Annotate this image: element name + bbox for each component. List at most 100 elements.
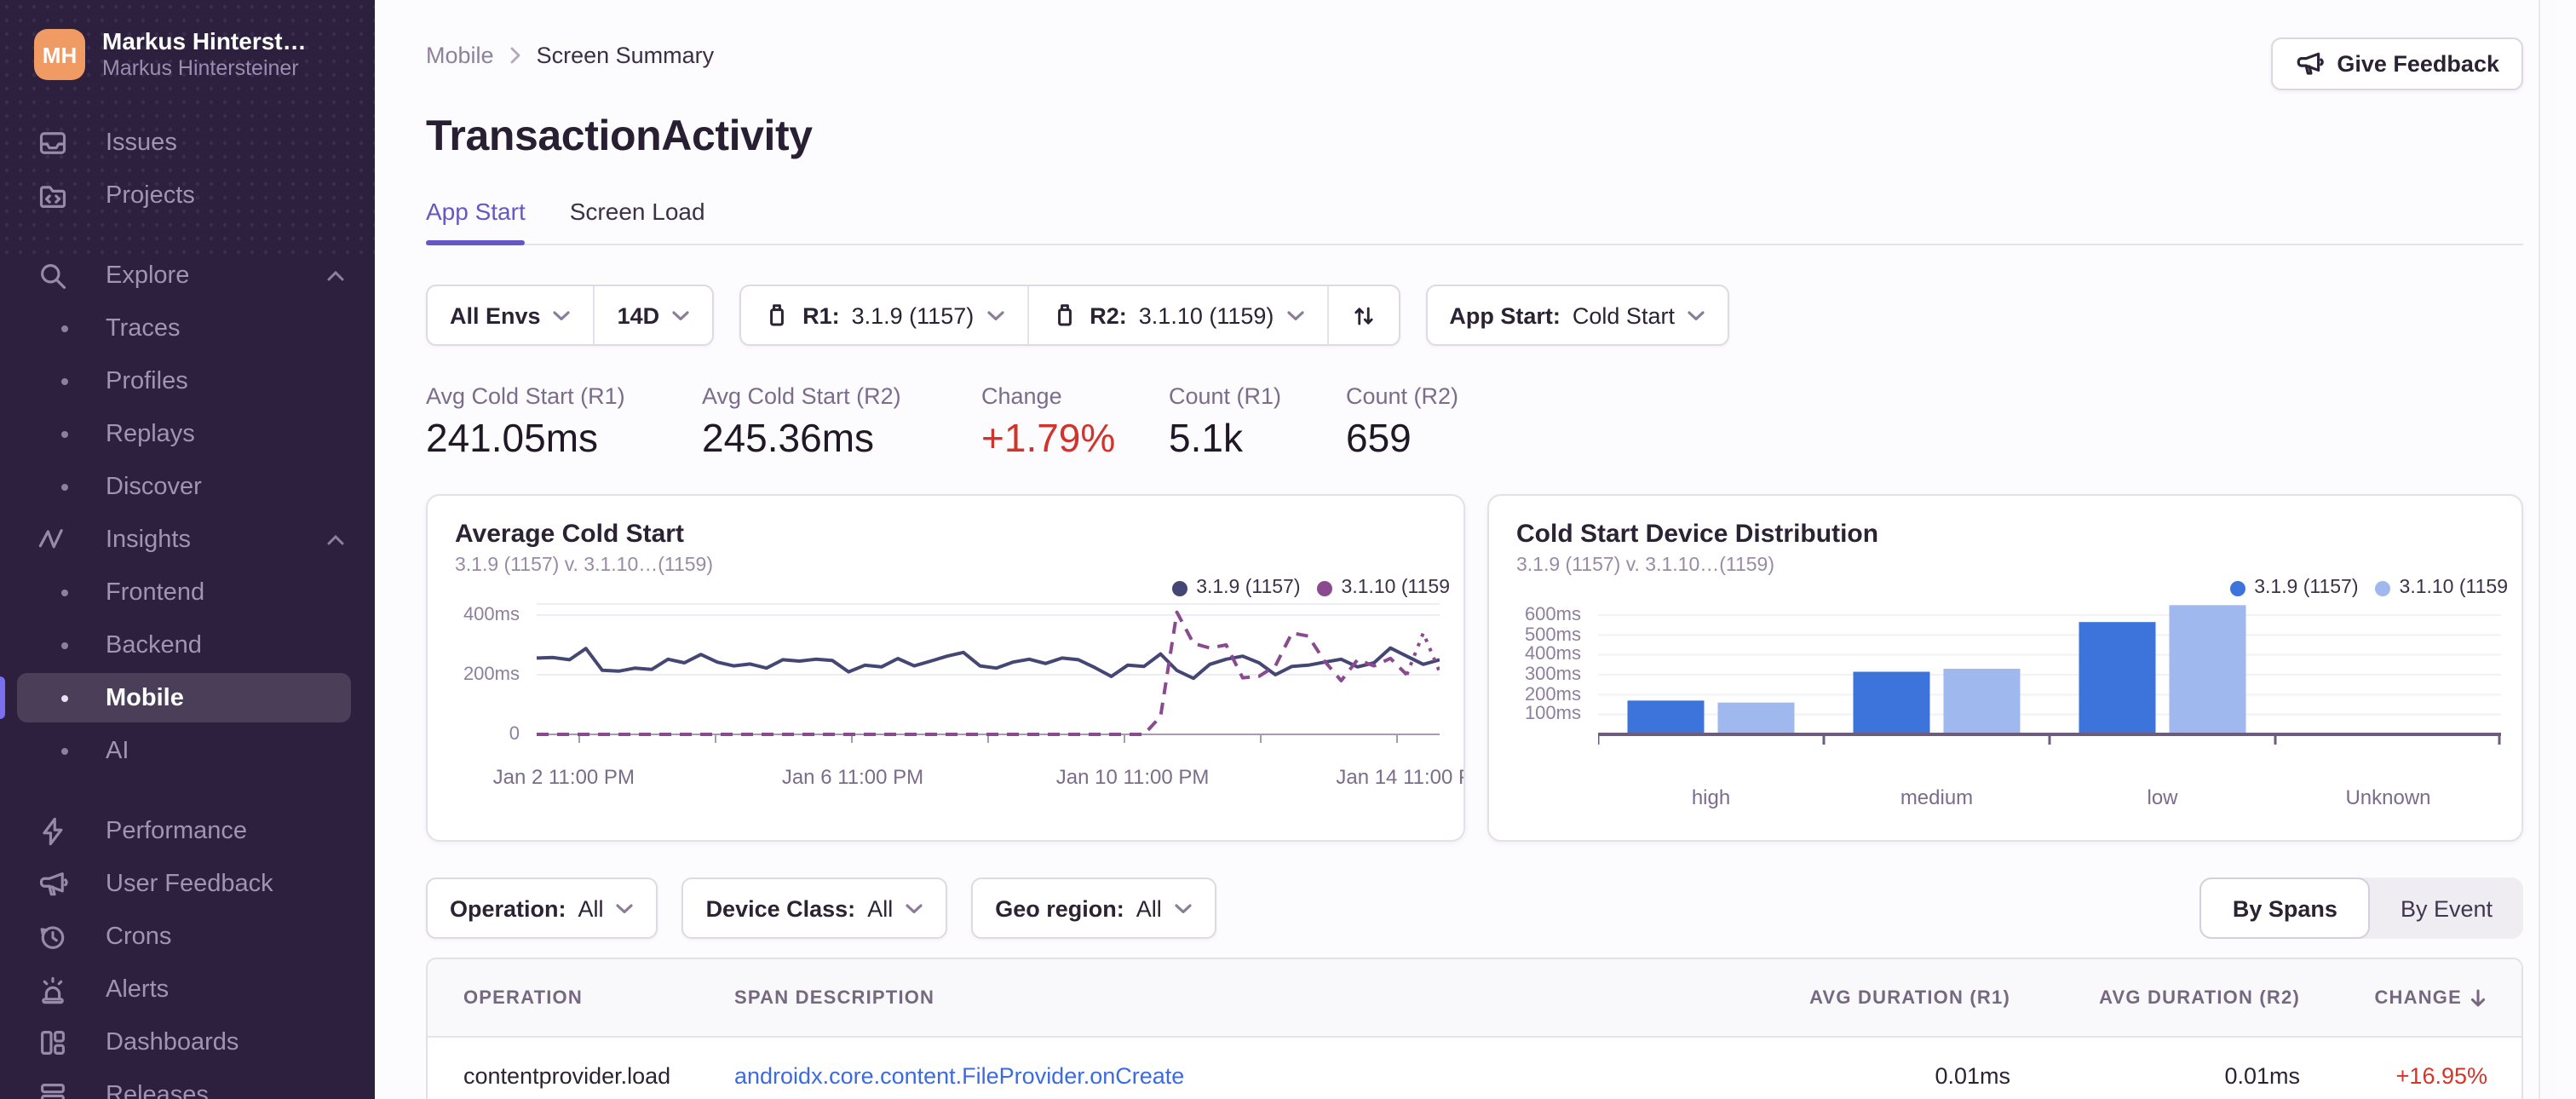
date-range-filter[interactable]: 14D	[595, 286, 713, 344]
give-feedback-button[interactable]: Give Feedback	[2270, 37, 2523, 90]
sidebar-item-label: Issues	[106, 129, 177, 156]
legend-item-r2[interactable]: 3.1.10 (1159	[1317, 578, 1450, 598]
sidebar-item-projects[interactable]: Projects	[0, 169, 375, 222]
user-name: Markus Hinterst…	[102, 27, 307, 55]
spans-table: OPERATION SPAN DESCRIPTION AVG DURATION …	[426, 958, 2523, 1099]
release-icon	[1050, 302, 1078, 329]
chevron-up-icon[interactable]	[327, 270, 344, 280]
sidebar-item-label: Frontend	[106, 578, 205, 606]
sidebar-item-label: Performance	[106, 817, 248, 844]
sidebar-item-performance[interactable]: Performance	[0, 804, 375, 857]
tab-app-start[interactable]: App Start	[426, 198, 526, 245]
geo-region-filter[interactable]: Geo region: All	[973, 879, 1215, 937]
stat-count-r2: Count (R2) 659	[1346, 383, 1459, 460]
search-icon	[37, 260, 68, 291]
sidebar-item-label: Traces	[106, 314, 181, 342]
siren-icon	[37, 974, 68, 1004]
sidebar-item-frontend[interactable]: Frontend	[0, 566, 375, 619]
bullet-icon	[61, 694, 68, 701]
cell-avg-duration-r2: 0.01ms	[2224, 1063, 2300, 1089]
legend-item-r2[interactable]: 3.1.10 (1159	[2375, 578, 2508, 598]
sidebar-item-mobile[interactable]: Mobile	[0, 671, 375, 724]
sidebar-item-ai[interactable]: AI	[0, 724, 375, 777]
chevron-down-icon	[986, 309, 1004, 321]
column-header-operation[interactable]: OPERATION	[428, 987, 734, 1008]
org-user-switcher[interactable]: MH Markus Hinterst… Markus Hintersteiner	[0, 0, 375, 102]
sidebar-item-label: Replays	[106, 420, 195, 447]
column-header-avg-duration-r2[interactable]: AVG DURATION (R2)	[2010, 987, 2300, 1008]
bullet-icon	[61, 747, 68, 754]
sidebar-item-backend[interactable]: Backend	[0, 619, 375, 671]
dashboard-icon	[37, 1027, 68, 1057]
filter-bar: All Envs 14D R1: 3.1.9 (1157) R2: 3.1.10…	[426, 285, 2523, 346]
chevron-down-icon	[553, 309, 572, 321]
cell-avg-duration-r1: 0.01ms	[1935, 1063, 2010, 1089]
sidebar-item-label: Alerts	[106, 975, 170, 1003]
environment-filter[interactable]: All Envs	[428, 286, 594, 344]
sidebar-item-label: Mobile	[106, 684, 184, 711]
give-feedback-label: Give Feedback	[2337, 51, 2499, 77]
operation-filter[interactable]: Operation: All	[428, 879, 657, 937]
column-header-span-description[interactable]: SPAN DESCRIPTION	[734, 987, 1721, 1008]
device-chart-ylabels: 100ms 200ms 300ms 400ms 500ms 600ms	[1524, 605, 1581, 725]
pulse-icon	[37, 524, 68, 555]
sidebar-item-traces[interactable]: Traces	[0, 302, 375, 354]
scrollbar-track[interactable]	[2539, 0, 2557, 1099]
swap-releases-button[interactable]	[1328, 286, 1398, 344]
sidebar-item-user-feedback[interactable]: User Feedback	[0, 857, 375, 910]
bullet-icon	[61, 642, 68, 648]
table-row[interactable]: contentprovider.load androidx.core.conte…	[428, 1038, 2521, 1099]
stat-count-r1: Count (R1) 5.1k	[1169, 383, 1282, 460]
legend-item-r1[interactable]: 3.1.9 (1157)	[2230, 578, 2359, 598]
bullet-icon	[61, 325, 68, 331]
chart-title: Cold Start Device Distribution	[1516, 520, 1879, 549]
sidebar-item-releases[interactable]: Releases	[0, 1068, 375, 1099]
cell-span-description-link[interactable]: androidx.core.content.FileProvider.onCre…	[734, 1063, 1721, 1089]
view-toggle: By Spans By Event	[2199, 877, 2523, 939]
sidebar-item-label: Dashboards	[106, 1028, 239, 1056]
legend-dot	[1172, 580, 1188, 596]
chart-subtitle: 3.1.9 (1157) v. 3.1.10…(1159)	[1516, 555, 1775, 576]
bullet-icon	[61, 589, 68, 596]
cell-change: +16.95%	[2395, 1063, 2487, 1089]
bullet-icon	[61, 483, 68, 490]
chart-legend: 3.1.9 (1157) 3.1.10 (1159	[1172, 578, 1450, 598]
sidebar-item-insights[interactable]: Insights	[0, 513, 375, 566]
release-2-selector[interactable]: R2: 3.1.10 (1159)	[1028, 286, 1326, 344]
sidebar-item-dashboards[interactable]: Dashboards	[0, 1016, 375, 1068]
sidebar-item-explore[interactable]: Explore	[0, 249, 375, 302]
breadcrumb-mobile[interactable]: Mobile	[426, 43, 494, 68]
nav-section-gap	[0, 222, 375, 249]
lightning-icon	[37, 815, 68, 846]
column-header-change[interactable]: CHANGE	[2300, 987, 2521, 1008]
chevron-right-icon	[509, 46, 521, 65]
device-class-filter[interactable]: Device Class: All	[684, 879, 946, 937]
clock-icon	[37, 921, 68, 952]
release-1-selector[interactable]: R1: 3.1.9 (1157)	[741, 286, 1026, 344]
sidebar-item-alerts[interactable]: Alerts	[0, 963, 375, 1016]
toggle-by-event[interactable]: By Event	[2370, 877, 2523, 939]
sidebar-item-label: Backend	[106, 631, 202, 659]
chevron-up-icon[interactable]	[327, 534, 344, 544]
sidebar-item-label: Explore	[106, 262, 190, 289]
table-header-row: OPERATION SPAN DESCRIPTION AVG DURATION …	[428, 959, 2521, 1038]
chevron-down-icon	[1174, 902, 1193, 914]
app-start-type-filter[interactable]: App Start: Cold Start	[1427, 286, 1728, 344]
legend-item-r1[interactable]: 3.1.9 (1157)	[1172, 578, 1301, 598]
tab-screen-load[interactable]: Screen Load	[570, 198, 705, 244]
sidebar-item-profiles[interactable]: Profiles	[0, 354, 375, 407]
bullet-icon	[61, 430, 68, 437]
legend-dot	[1317, 580, 1333, 596]
stat-change: Change +1.79%	[981, 383, 1116, 460]
column-header-avg-duration-r1[interactable]: AVG DURATION (R1)	[1721, 987, 2010, 1008]
sidebar-item-discover[interactable]: Discover	[0, 460, 375, 513]
toggle-by-spans[interactable]: By Spans	[2199, 877, 2370, 939]
sidebar-item-label: Discover	[106, 473, 202, 500]
device-chart-plot[interactable]	[1596, 603, 2501, 758]
cold-start-chart-plot[interactable]	[536, 603, 1441, 757]
sidebar-item-issues[interactable]: Issues	[0, 116, 375, 169]
chart-subtitle: 3.1.9 (1157) v. 3.1.10…(1159)	[455, 555, 714, 576]
sidebar-item-replays[interactable]: Replays	[0, 407, 375, 460]
sidebar-item-crons[interactable]: Crons	[0, 910, 375, 963]
chart-title: Average Cold Start	[455, 520, 684, 549]
